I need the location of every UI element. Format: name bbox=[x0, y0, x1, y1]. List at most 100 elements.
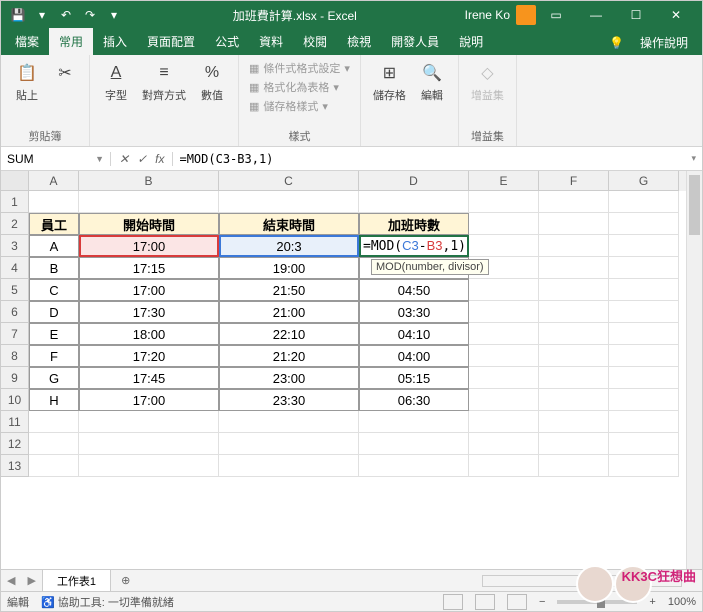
row-header-10[interactable]: 10 bbox=[1, 389, 29, 411]
cut-button[interactable]: ✂ bbox=[49, 59, 81, 87]
format-table-button[interactable]: ▦格式化為表格 ▾ bbox=[247, 78, 352, 96]
cell-G9[interactable] bbox=[609, 367, 679, 389]
tab-insert[interactable]: 插入 bbox=[93, 28, 137, 55]
row-header-8[interactable]: 8 bbox=[1, 345, 29, 367]
cell-A4[interactable]: B bbox=[29, 257, 79, 279]
cell-B12[interactable] bbox=[79, 433, 219, 455]
cell-B5[interactable]: 17:00 bbox=[79, 279, 219, 301]
cell-D7[interactable]: 04:10 bbox=[359, 323, 469, 345]
cell-B4[interactable]: 17:15 bbox=[79, 257, 219, 279]
cell-C10[interactable]: 23:30 bbox=[219, 389, 359, 411]
cell-F3[interactable] bbox=[539, 235, 609, 257]
row-header-5[interactable]: 5 bbox=[1, 279, 29, 301]
cell-A11[interactable] bbox=[29, 411, 79, 433]
tab-view[interactable]: 檢視 bbox=[337, 28, 381, 55]
row-header-1[interactable]: 1 bbox=[1, 191, 29, 213]
cell-A13[interactable] bbox=[29, 455, 79, 477]
col-header-G[interactable]: G bbox=[609, 171, 679, 191]
cell-E5[interactable] bbox=[469, 279, 539, 301]
select-all-corner[interactable] bbox=[1, 171, 29, 191]
cell-E7[interactable] bbox=[469, 323, 539, 345]
minimize-icon[interactable]: — bbox=[576, 1, 616, 29]
tab-data[interactable]: 資料 bbox=[249, 28, 293, 55]
cell-B8[interactable]: 17:20 bbox=[79, 345, 219, 367]
sheet-tab[interactable]: 工作表1 bbox=[42, 569, 111, 592]
ribbon-opts-icon[interactable]: ▭ bbox=[536, 1, 576, 29]
vertical-scrollbar[interactable] bbox=[686, 171, 702, 569]
cell-E6[interactable] bbox=[469, 301, 539, 323]
cell-C3[interactable]: 20:3 bbox=[219, 235, 359, 257]
cell-B10[interactable]: 17:00 bbox=[79, 389, 219, 411]
cell-E8[interactable] bbox=[469, 345, 539, 367]
sheet-nav-prev[interactable]: ◀ bbox=[1, 574, 21, 587]
cell-F9[interactable] bbox=[539, 367, 609, 389]
cell-G7[interactable] bbox=[609, 323, 679, 345]
zoom-level[interactable]: 100% bbox=[668, 596, 696, 608]
accessibility-status[interactable]: ♿ 協助工具: 一切準備就緒 bbox=[41, 594, 174, 610]
zoom-slider[interactable] bbox=[557, 600, 637, 604]
cell-C9[interactable]: 23:00 bbox=[219, 367, 359, 389]
save-icon[interactable]: 💾 bbox=[7, 4, 29, 26]
qat-custom[interactable]: ▾ bbox=[103, 4, 125, 26]
cell-F4[interactable] bbox=[539, 257, 609, 279]
col-header-C[interactable]: C bbox=[219, 171, 359, 191]
horizontal-scrollbar[interactable] bbox=[482, 575, 682, 587]
cell-D1[interactable] bbox=[359, 191, 469, 213]
cell-D2[interactable]: 加班時數 bbox=[359, 213, 469, 235]
cell-C5[interactable]: 21:50 bbox=[219, 279, 359, 301]
cell-G3[interactable] bbox=[609, 235, 679, 257]
close-icon[interactable]: ✕ bbox=[656, 1, 696, 29]
maximize-icon[interactable]: ☐ bbox=[616, 1, 656, 29]
cell-G10[interactable] bbox=[609, 389, 679, 411]
cell-C12[interactable] bbox=[219, 433, 359, 455]
cell-G2[interactable] bbox=[609, 213, 679, 235]
scroll-thumb[interactable] bbox=[689, 175, 700, 235]
normal-view-icon[interactable] bbox=[443, 594, 463, 610]
cell-A8[interactable]: F bbox=[29, 345, 79, 367]
cell-B13[interactable] bbox=[79, 455, 219, 477]
col-header-E[interactable]: E bbox=[469, 171, 539, 191]
cell-C8[interactable]: 21:20 bbox=[219, 345, 359, 367]
chevron-down-icon[interactable]: ▼ bbox=[95, 154, 104, 164]
tab-developer[interactable]: 開發人員 bbox=[381, 28, 449, 55]
tab-tellme[interactable]: 操作說明 bbox=[634, 30, 694, 55]
cell-A1[interactable] bbox=[29, 191, 79, 213]
row-header-13[interactable]: 13 bbox=[1, 455, 29, 477]
cell-F10[interactable] bbox=[539, 389, 609, 411]
cell-E10[interactable] bbox=[469, 389, 539, 411]
cell-G8[interactable] bbox=[609, 345, 679, 367]
cell-D11[interactable] bbox=[359, 411, 469, 433]
pagebreak-view-icon[interactable] bbox=[507, 594, 527, 610]
tab-file[interactable]: 檔案 bbox=[5, 28, 49, 55]
cell-C11[interactable] bbox=[219, 411, 359, 433]
cell-G12[interactable] bbox=[609, 433, 679, 455]
cell-F5[interactable] bbox=[539, 279, 609, 301]
cell-E12[interactable] bbox=[469, 433, 539, 455]
cell-F7[interactable] bbox=[539, 323, 609, 345]
tab-help[interactable]: 說明 bbox=[449, 28, 493, 55]
cell-A5[interactable]: C bbox=[29, 279, 79, 301]
tab-formulas[interactable]: 公式 bbox=[205, 28, 249, 55]
row-header-9[interactable]: 9 bbox=[1, 367, 29, 389]
addins-button[interactable]: ◇增益集 bbox=[467, 59, 508, 105]
row-header-12[interactable]: 12 bbox=[1, 433, 29, 455]
row-header-3[interactable]: 3 bbox=[1, 235, 29, 257]
cell-D5[interactable]: 04:50 bbox=[359, 279, 469, 301]
cell-F12[interactable] bbox=[539, 433, 609, 455]
cell-D6[interactable]: 03:30 bbox=[359, 301, 469, 323]
add-sheet-button[interactable]: ⊕ bbox=[111, 574, 140, 587]
worksheet[interactable]: ABCDEFG 12345678910111213 員工開始時間結束時間加班時數… bbox=[1, 171, 702, 477]
paste-button[interactable]: 📋貼上 bbox=[9, 59, 45, 105]
cell-G5[interactable] bbox=[609, 279, 679, 301]
cell-D12[interactable] bbox=[359, 433, 469, 455]
cell-E1[interactable] bbox=[469, 191, 539, 213]
cell-G11[interactable] bbox=[609, 411, 679, 433]
expand-formula-icon[interactable]: ▾ bbox=[685, 153, 702, 164]
cell-A12[interactable] bbox=[29, 433, 79, 455]
editing-button[interactable]: 🔍編輯 bbox=[414, 59, 450, 105]
redo-icon[interactable]: ↷ bbox=[79, 4, 101, 26]
cell-C13[interactable] bbox=[219, 455, 359, 477]
cells-button[interactable]: ⊞儲存格 bbox=[369, 59, 410, 105]
cell-C6[interactable]: 21:00 bbox=[219, 301, 359, 323]
user-name[interactable]: Irene Ko bbox=[465, 8, 510, 22]
